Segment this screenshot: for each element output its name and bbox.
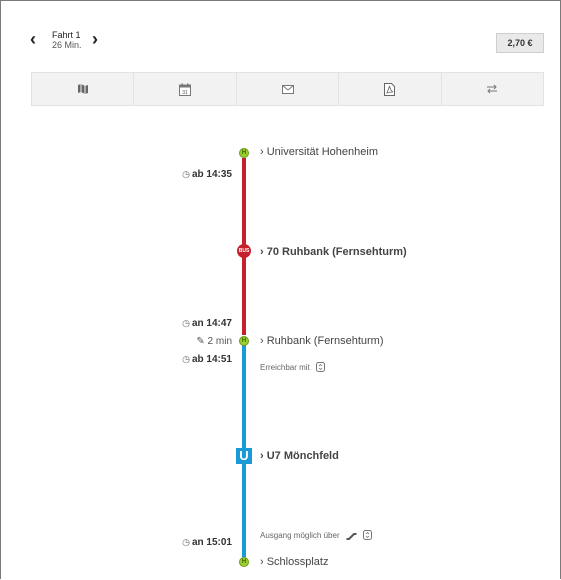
arrival-time-1: ◷ an 14:47 — [172, 318, 232, 329]
map-icon — [77, 84, 88, 94]
swap-direction-icon — [487, 84, 498, 94]
escalator-icon — [346, 531, 357, 542]
next-trip-button[interactable]: › — [92, 30, 98, 48]
trip-header: ‹ Fahrt 1 26 Min. › 2,70 € — [0, 0, 561, 70]
start-stop-marker: H — [239, 148, 249, 158]
departure-time-1-value: ab 14:35 — [191, 169, 232, 180]
trip-title: Fahrt 1 — [52, 30, 81, 40]
clock-icon: ◷ — [182, 169, 190, 179]
arrival-time-1-value: an 14:47 — [191, 318, 232, 329]
pdf-icon — [384, 82, 396, 96]
previous-trip-button[interactable]: ‹ — [30, 30, 36, 48]
reachable-note: Erreichbar mit — [260, 362, 325, 374]
end-stop-marker: H — [239, 557, 249, 567]
price-button[interactable]: 2,70 € — [496, 33, 544, 53]
arrival-time-2: ◷ an 15:01 — [172, 537, 232, 548]
stop-universitaet-hohenheim[interactable]: › Universität Hohenheim — [260, 146, 378, 158]
clock-icon: ◷ — [182, 354, 190, 364]
calendar-button[interactable]: 31 — [134, 73, 237, 105]
trip-duration: 26 Min. — [52, 40, 82, 50]
toolbar: 31 — [31, 72, 544, 106]
departure-time-2-value: ab 14:51 — [191, 354, 232, 365]
departure-time-2: ◷ ab 14:51 — [172, 354, 232, 365]
departure-time-1: ◷ ab 14:35 — [172, 169, 232, 180]
elevator-icon — [315, 362, 325, 374]
email-button[interactable] — [237, 73, 340, 105]
ubahn-line-u7[interactable]: › U7 Mönchfeld — [260, 450, 339, 462]
mail-icon — [281, 84, 294, 94]
exit-note-text: Ausgang möglich über — [260, 531, 340, 541]
clock-icon: ◷ — [182, 318, 190, 328]
swap-direction-button[interactable] — [442, 73, 543, 105]
walk-duration-value: 2 min — [207, 336, 232, 347]
elevator-icon — [362, 530, 372, 542]
pdf-button[interactable] — [339, 73, 442, 105]
transfer-stop-marker: H — [239, 336, 249, 346]
map-button[interactable] — [32, 73, 135, 105]
svg-text:31: 31 — [182, 90, 188, 96]
calendar-icon: 31 — [179, 83, 192, 96]
ubahn-icon: U — [236, 448, 252, 464]
walk-duration: ✎ 2 min — [172, 336, 232, 347]
stop-ruhbank-fernsehturm[interactable]: › Ruhbank (Fernsehturm) — [260, 335, 384, 347]
reachable-note-text: Erreichbar mit — [260, 363, 310, 373]
clock-icon: ◷ — [182, 537, 190, 547]
bus-icon: BUS — [237, 244, 251, 258]
exit-note: Ausgang möglich über — [260, 530, 372, 542]
bus-line-70[interactable]: › 70 Ruhbank (Fernsehturm) — [260, 246, 407, 258]
stop-schlossplatz[interactable]: › Schlossplatz — [260, 556, 328, 568]
arrival-time-2-value: an 15:01 — [191, 537, 232, 548]
walk-icon: ✎ — [196, 336, 205, 347]
